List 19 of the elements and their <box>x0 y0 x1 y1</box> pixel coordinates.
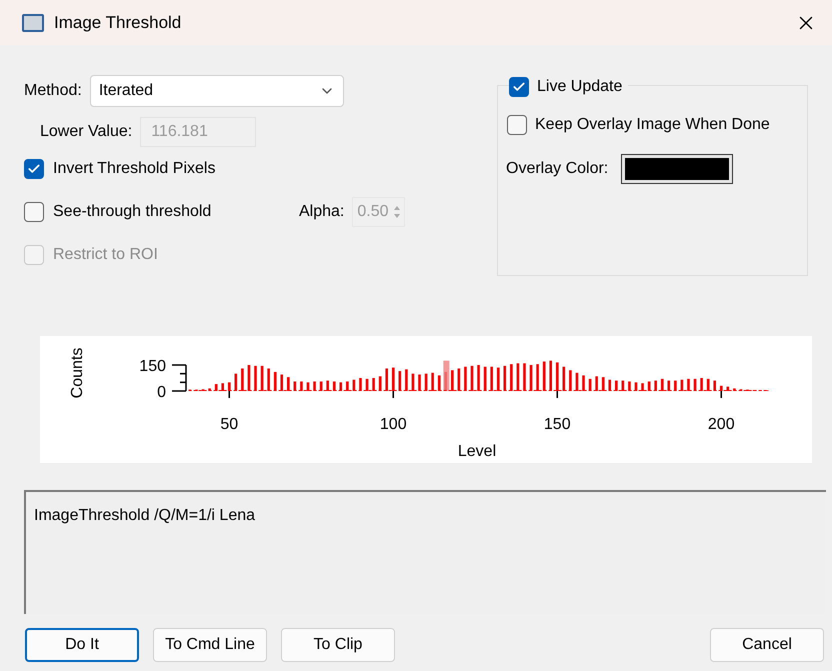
x-tick-label: 100 <box>380 416 407 433</box>
x-tick-label: 200 <box>708 416 735 433</box>
checkbox-label: Invert Threshold Pixels <box>53 158 216 178</box>
window-title: Image Threshold <box>54 12 182 34</box>
method-label: Method: <box>24 81 82 101</box>
checkbox-label: Live Update <box>537 77 622 97</box>
checkbox-label: See-through threshold <box>53 202 212 222</box>
command-text: ImageThreshold /Q/M=1/i Lena <box>34 507 256 524</box>
checkbox-label: Keep Overlay Image When Done <box>535 115 770 135</box>
y-tick-label: 0 <box>157 384 166 401</box>
overlay-color-label: Overlay Color: <box>506 159 608 179</box>
x-axis-label: Level <box>458 443 496 460</box>
y-tick-label: 150 <box>139 358 166 375</box>
y-axis-label: Counts <box>69 348 86 398</box>
alpha-label: Alpha: <box>299 202 344 222</box>
x-tick-label: 150 <box>544 416 571 433</box>
checkbox-label: Restrict to ROI <box>53 244 159 264</box>
x-tick-label: 50 <box>220 416 238 433</box>
lower-value-label: Lower Value: <box>40 122 132 142</box>
